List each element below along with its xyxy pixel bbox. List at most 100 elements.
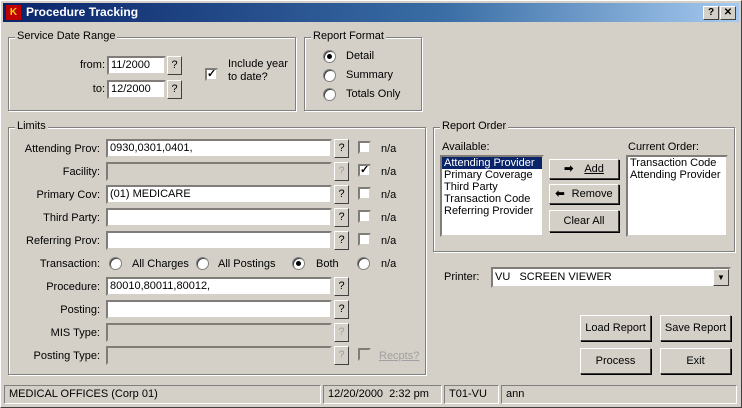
close-button[interactable]: ✕ [720,6,736,20]
third-party-field[interactable] [106,208,332,227]
primary-cov-label: Primary Cov: [36,189,100,201]
primary-cov-na-checkbox[interactable] [358,187,371,200]
referring-prov-na-label: n/a [381,235,397,247]
primary-cov-field[interactable]: (01) MEDICARE [106,185,332,204]
mis-type-field[interactable] [106,323,332,342]
attending-prov-lookup-button[interactable]: ? [334,139,349,158]
radio-transaction-na[interactable] [357,257,370,270]
limits-group: Limits Attending Prov: 0930,0301,0401, ?… [8,120,426,375]
radio-detail[interactable] [323,50,336,63]
referring-prov-field[interactable] [106,231,332,250]
current-order-listbox[interactable]: Transaction Code Attending Provider [626,155,728,237]
radio-summary-label: Summary [346,69,394,81]
to-lookup-button[interactable]: ? [167,80,182,99]
window-title: Procedure Tracking [26,5,139,19]
current-order-label: Current Order: [628,141,699,153]
app-icon: K [6,5,21,20]
attending-prov-label: Attending Prov: [24,143,100,155]
radio-summary[interactable] [323,69,336,82]
title-bar[interactable]: K Procedure Tracking ? ✕ [3,3,739,22]
service-date-group-label: Service Date Range [15,30,118,42]
radio-all-postings-label: All Postings [218,258,276,270]
to-label: to: [92,83,105,95]
radio-transaction-na-label: n/a [381,258,397,270]
ytd-checkbox[interactable]: ✓ [205,68,218,81]
referring-prov-na-checkbox[interactable] [358,233,371,246]
procedure-label: Procedure: [46,281,100,293]
save-report-button[interactable]: Save Report [660,315,731,341]
posting-field[interactable] [106,300,332,319]
add-button[interactable]: ➡ Add [549,159,619,179]
procedure-lookup-button[interactable]: ? [334,277,349,296]
available-item[interactable]: Referring Provider [442,205,542,217]
service-date-group: Service Date Range from: 11/2000 ? to: 1… [8,30,296,111]
available-item[interactable]: Third Party [442,181,542,193]
exit-button[interactable]: Exit [660,348,731,374]
process-button[interactable]: Process [580,348,651,374]
mis-type-lookup-button[interactable]: ? [334,323,349,342]
to-date-field[interactable]: 12/2000 [107,80,166,99]
remove-button-label: Remove [571,188,613,200]
available-listbox[interactable]: Attending Provider Primary Coverage Thir… [440,155,544,237]
available-item[interactable]: Primary Coverage [442,169,542,181]
from-label: from: [79,59,105,71]
printer-value: VU SCREEN VIEWER [495,271,612,283]
available-item[interactable]: Transaction Code [442,193,542,205]
radio-all-postings[interactable] [196,257,209,270]
available-item[interactable]: Attending Provider [442,157,542,169]
status-office: MEDICAL OFFICES (Corp 01) [4,385,321,404]
right-arrow-icon: ➡ [564,163,574,175]
procedure-tracking-window: K Procedure Tracking ? ✕ Service Date Ra… [0,0,742,408]
posting-label: Posting: [60,304,100,316]
posting-type-label: Posting Type: [33,350,100,362]
facility-field[interactable] [106,162,332,181]
report-format-group-label: Report Format [311,30,386,42]
facility-na-checkbox[interactable]: ✓ [358,164,371,177]
current-order-item[interactable]: Transaction Code [628,157,726,169]
radio-all-charges-label: All Charges [132,258,189,270]
radio-all-charges[interactable] [109,257,122,270]
attending-prov-na-checkbox[interactable] [358,141,371,154]
referring-prov-label: Referring Prov: [26,235,100,247]
clear-all-button[interactable]: Clear All [549,210,619,232]
help-button[interactable]: ? [703,6,719,20]
attending-prov-field[interactable]: 0930,0301,0401, [106,139,332,158]
load-report-button[interactable]: Load Report [580,315,651,341]
third-party-lookup-button[interactable]: ? [334,208,349,227]
from-lookup-button[interactable]: ? [167,56,182,75]
third-party-na-label: n/a [381,212,397,224]
posting-type-lookup-button[interactable]: ? [334,346,349,365]
printer-label: Printer: [444,271,480,283]
procedure-field[interactable]: 80010,80011,80012, [106,277,332,296]
referring-prov-lookup-button[interactable]: ? [334,231,349,250]
radio-totals-only-label: Totals Only [346,88,401,100]
remove-button[interactable]: ⬅ Remove [549,184,619,204]
radio-detail-label: Detail [346,50,375,62]
left-arrow-icon: ⬅ [555,188,565,200]
attending-prov-na-label: n/a [381,143,397,155]
report-format-group: Report Format Detail Summary Totals Only [304,30,422,111]
status-user: ann [501,385,737,404]
report-order-group-label: Report Order [440,120,509,132]
limits-group-label: Limits [15,120,48,132]
third-party-na-checkbox[interactable] [358,210,371,223]
recpts-label: Recpts? [379,350,420,362]
printer-dropdown[interactable]: VU SCREEN VIEWER ▼ [491,267,731,288]
radio-both[interactable] [292,257,305,270]
radio-totals-only[interactable] [323,88,336,101]
chevron-down-icon[interactable]: ▼ [713,269,729,286]
posting-lookup-button[interactable]: ? [334,300,349,319]
facility-lookup-button[interactable]: ? [334,162,349,181]
radio-both-label: Both [316,258,339,270]
transaction-label: Transaction: [39,258,100,270]
third-party-label: Third Party: [43,212,100,224]
ytd-label: Include year to date? [228,58,288,83]
posting-type-field[interactable] [106,346,332,365]
add-button-label: Add [584,163,604,175]
primary-cov-na-label: n/a [381,189,397,201]
status-datetime: 12/20/2000 2:32 pm [323,385,442,404]
current-order-item[interactable]: Attending Provider [628,169,726,181]
from-date-field[interactable]: 11/2000 [107,56,166,75]
primary-cov-lookup-button[interactable]: ? [334,185,349,204]
recpts-checkbox[interactable] [358,348,371,361]
